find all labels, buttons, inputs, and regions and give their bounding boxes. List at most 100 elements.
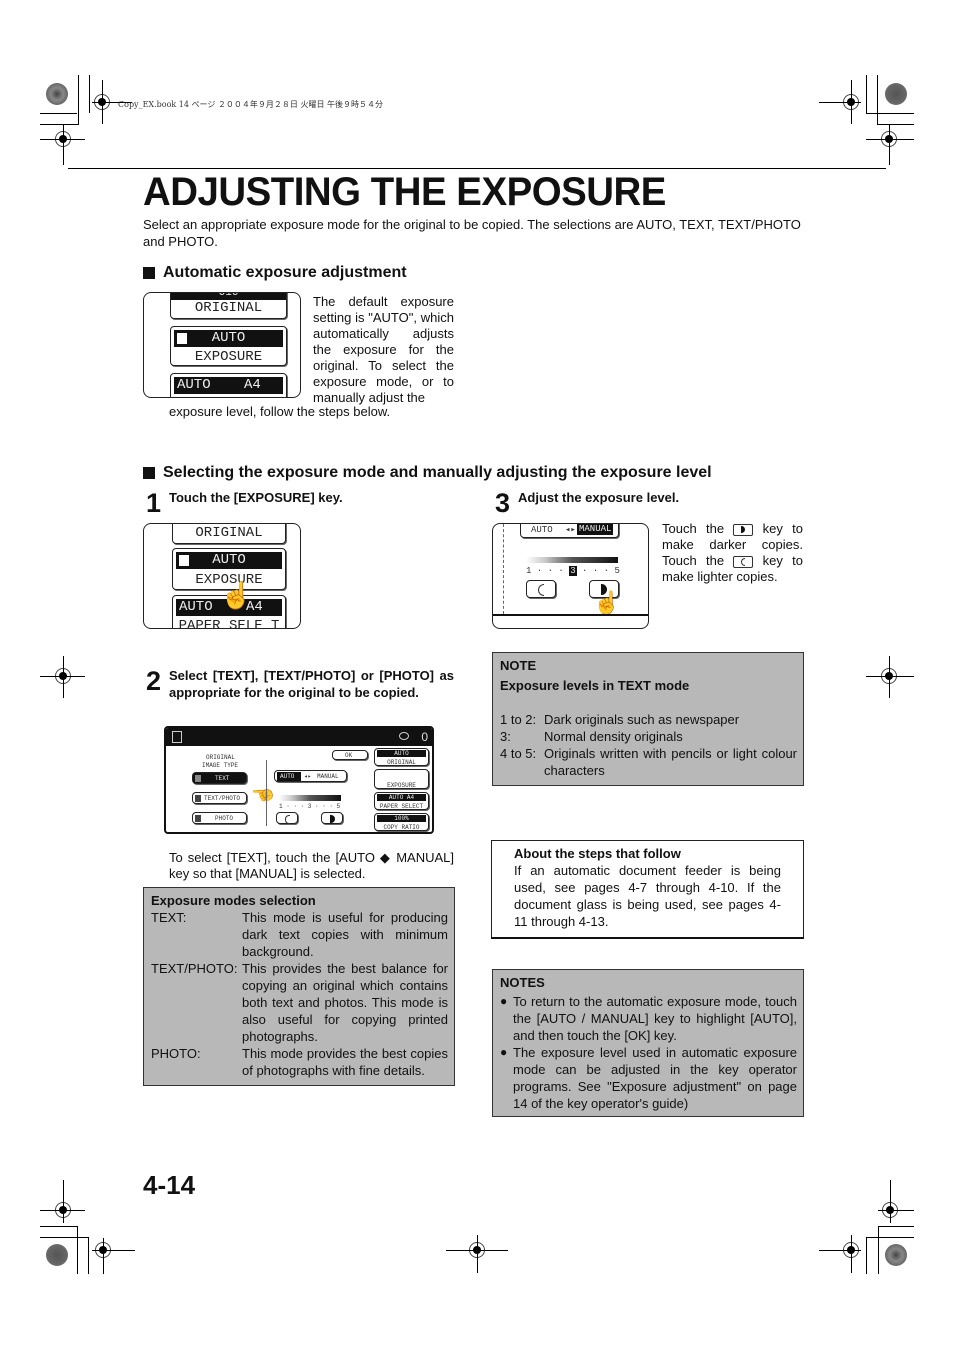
step-2-instruction: To select [TEXT], touch the [AUTO ◆ MANU…	[169, 850, 454, 881]
paper-select-label: PAPER SELE T	[178, 618, 280, 629]
exposure-key[interactable]: EXPOSURE	[374, 769, 429, 789]
step-3-description: Touch the key to make darker copies. Tou…	[662, 521, 803, 585]
note-list: 1 to 2: Dark originals such as newspaper 3…	[500, 711, 797, 779]
crop-line	[40, 113, 77, 114]
exposure-label: EXPOSURE	[387, 782, 416, 789]
section-heading-text: Selecting the exposure mode and manually…	[163, 464, 712, 481]
auto-label: AUTO	[280, 773, 295, 780]
exposure-auto-display: AUTO	[176, 552, 282, 569]
exposure-auto-display: AUTO	[174, 330, 283, 347]
original-key[interactable]: ORIGINAL	[172, 524, 286, 544]
mode-photo-key[interactable]: PHOTO	[192, 812, 247, 824]
about-steps-box: About the steps that follow If an automa…	[491, 840, 804, 939]
square-bullet-icon	[143, 467, 155, 479]
notes-label: NOTES	[500, 975, 545, 990]
paper-size-label: A4	[244, 377, 261, 393]
registration-disc-icon	[46, 1244, 68, 1266]
crop-line	[89, 75, 90, 113]
lighter-button[interactable]	[526, 580, 556, 598]
paper-select-key[interactable]: AUTO A4 PAPER SELECT	[374, 792, 429, 810]
note-row: 3: Normal density originals	[500, 728, 797, 745]
pointing-hand-icon: ☝	[253, 783, 274, 807]
step-1-title: Touch the [EXPOSURE] key.	[169, 490, 343, 505]
auto-label: AUTO	[531, 525, 553, 535]
exposure-mode-key: TEXT/PHOTO:	[151, 961, 238, 976]
crop-line	[819, 102, 861, 103]
scale-label-3-selected: 3	[569, 566, 577, 576]
step-3-panel-illustration: AUTO ◂▸ MANUAL 1 · · · 3 · · · 5 ☝	[492, 523, 649, 629]
exposure-key[interactable]: AUTO EXPOSURE	[170, 326, 287, 366]
crop-line	[103, 1238, 104, 1274]
step-3-number: 3	[495, 488, 511, 518]
exposure-label: EXPOSURE	[194, 349, 263, 365]
copy-ratio-key[interactable]: 100% COPY RATIO	[374, 813, 429, 831]
notes-item: ● The exposure level used in automatic ex…	[500, 1044, 797, 1112]
original-label: ORIGINAL	[195, 525, 263, 541]
photo-mode-icon	[195, 815, 201, 822]
crop-line	[878, 1210, 914, 1211]
mode-text-key[interactable]: TEXT	[192, 772, 247, 784]
exposure-modes-box: Exposure modes selection TEXT: This mode …	[143, 887, 455, 1086]
dashed-divider	[503, 524, 505, 614]
registration-disc-icon	[46, 83, 68, 105]
paper-select-label: PAPER SELECT	[171, 396, 286, 397]
exposure-auto-label: AUTO	[212, 552, 246, 568]
mode-text-photo-label: TEXT/PHOTO	[204, 795, 241, 802]
note-row-value: Originals written with pencils or light …	[544, 746, 797, 778]
pointing-hand-icon: ☝	[593, 590, 621, 615]
auto-exposure-description-tail: exposure level, follow the steps below.	[169, 404, 391, 419]
darker-text-pre: Touch the	[662, 521, 725, 536]
lighter-button[interactable]	[276, 812, 298, 824]
note-heading: Exposure levels in TEXT mode	[500, 678, 690, 693]
copy-ratio-value: 100%	[377, 815, 426, 822]
crop-line	[63, 1180, 64, 1223]
original-key[interactable]: AUTO ORIGINAL	[374, 748, 429, 766]
crop-line	[92, 1250, 135, 1251]
exposure-mode-key: PHOTO:	[151, 1046, 201, 1061]
note-row-value: Dark originals such as newspaper	[544, 712, 740, 727]
note-row-key: 4 to 5:	[500, 746, 537, 761]
crop-line	[78, 75, 79, 124]
crop-line	[877, 75, 878, 125]
paper-display: AUTO A4	[174, 377, 283, 394]
crop-line	[890, 1180, 891, 1223]
bullet-icon: ●	[500, 994, 508, 1008]
page-number: 4-14	[143, 1170, 196, 1200]
section-heading-text: Automatic exposure adjustment	[163, 264, 407, 281]
divider	[266, 760, 267, 826]
exposure-modes-list: TEXT: This mode is useful for producing d…	[151, 909, 448, 1079]
lighter-icon	[285, 815, 290, 824]
registration-disc-icon	[885, 1244, 907, 1266]
crop-line	[866, 75, 867, 113]
mode-text-photo-key[interactable]: TEXT/PHOTO	[192, 792, 247, 804]
section-heading-auto: Automatic exposure adjustment	[143, 264, 407, 282]
copy-mode-icon	[172, 731, 182, 743]
crop-line	[88, 1237, 89, 1274]
darker-button[interactable]	[321, 812, 343, 824]
crop-line	[63, 656, 64, 698]
step-2-title: Select [TEXT], [TEXT/PHOTO] or [PHOTO] a…	[169, 668, 454, 700]
toggle-arrows-icon: ◂▸	[304, 773, 312, 780]
document-icon	[179, 555, 189, 566]
auto-manual-toggle[interactable]: AUTO ◂▸ MANUAL	[274, 770, 347, 782]
intro-text: Select an appropriate exposure mode for …	[143, 217, 801, 249]
exposure-mode-value: This mode is useful for producing dark t…	[242, 910, 448, 959]
copy-counter: 0	[421, 730, 428, 744]
lighter-key-icon	[733, 555, 754, 568]
registration-disc-icon	[885, 83, 907, 105]
document-icon	[177, 333, 187, 344]
paper-select-key[interactable]: AUTO A4 PAPER SELECT	[170, 373, 287, 397]
original-value: O16	[171, 293, 286, 300]
ok-button[interactable]: OK	[332, 750, 368, 760]
crop-line	[851, 1235, 852, 1273]
paper-auto-label: AUTO	[177, 377, 211, 393]
crop-line	[40, 1226, 78, 1227]
original-key[interactable]: O16 ORIGINAL	[170, 293, 287, 319]
original-label: ORIGINAL	[387, 759, 416, 766]
crop-line	[866, 1237, 914, 1238]
header-rule	[68, 168, 886, 169]
mode-photo-label: PHOTO	[215, 815, 234, 822]
auto-manual-toggle[interactable]: AUTO ◂▸ MANUAL	[520, 524, 619, 538]
crop-line	[77, 1226, 78, 1274]
darker-icon	[330, 815, 335, 823]
